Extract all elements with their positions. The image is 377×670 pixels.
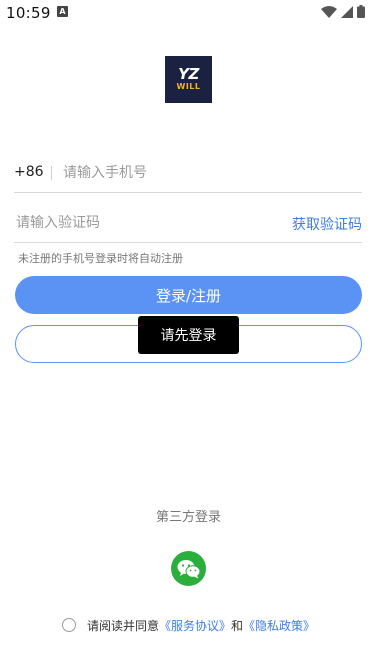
wifi-icon [321,5,337,18]
service-agreement-link[interactable]: 《服务协议》 [159,617,231,634]
phone-input[interactable] [63,158,353,188]
login-screen: 10:59 A YZ WILL +86 获取验证码 未注册的手机号登录时将自动注… [0,0,377,670]
agreement-radio[interactable] [62,618,76,632]
login-register-button[interactable]: 登录/注册 [15,276,362,314]
wechat-login-button[interactable] [171,551,206,586]
phone-field: +86 [14,154,362,193]
third-party-login-title: 第三方登录 [155,510,221,525]
logo-text-top: YZ [178,65,199,83]
country-code[interactable]: +86 [14,164,44,180]
phone-divider [51,166,52,180]
wechat-icon [177,559,200,578]
notification-icon: A [57,6,68,17]
register-hint: 未注册的手机号登录时将自动注册 [18,252,183,265]
status-time: 10:59 [6,4,51,22]
agreement-prefix: 请阅读并同意 [87,618,160,633]
code-field: 获取验证码 [14,204,362,243]
agreement-row: 请阅读并同意 《服务协议》 和 《隐私政策》 [62,616,315,634]
status-bar: 10:59 A [0,0,377,28]
battery-icon [357,5,365,18]
signal-icon [341,5,353,18]
app-logo: YZ WILL [165,56,212,103]
get-code-button[interactable]: 获取验证码 [292,214,362,234]
status-icons [321,5,365,18]
toast-message: 请先登录 [138,316,239,354]
agreement-and: 和 [231,618,244,633]
code-input[interactable] [16,208,246,238]
logo-text-bottom: WILL [176,82,201,91]
privacy-policy-link[interactable]: 《隐私政策》 [243,617,315,634]
